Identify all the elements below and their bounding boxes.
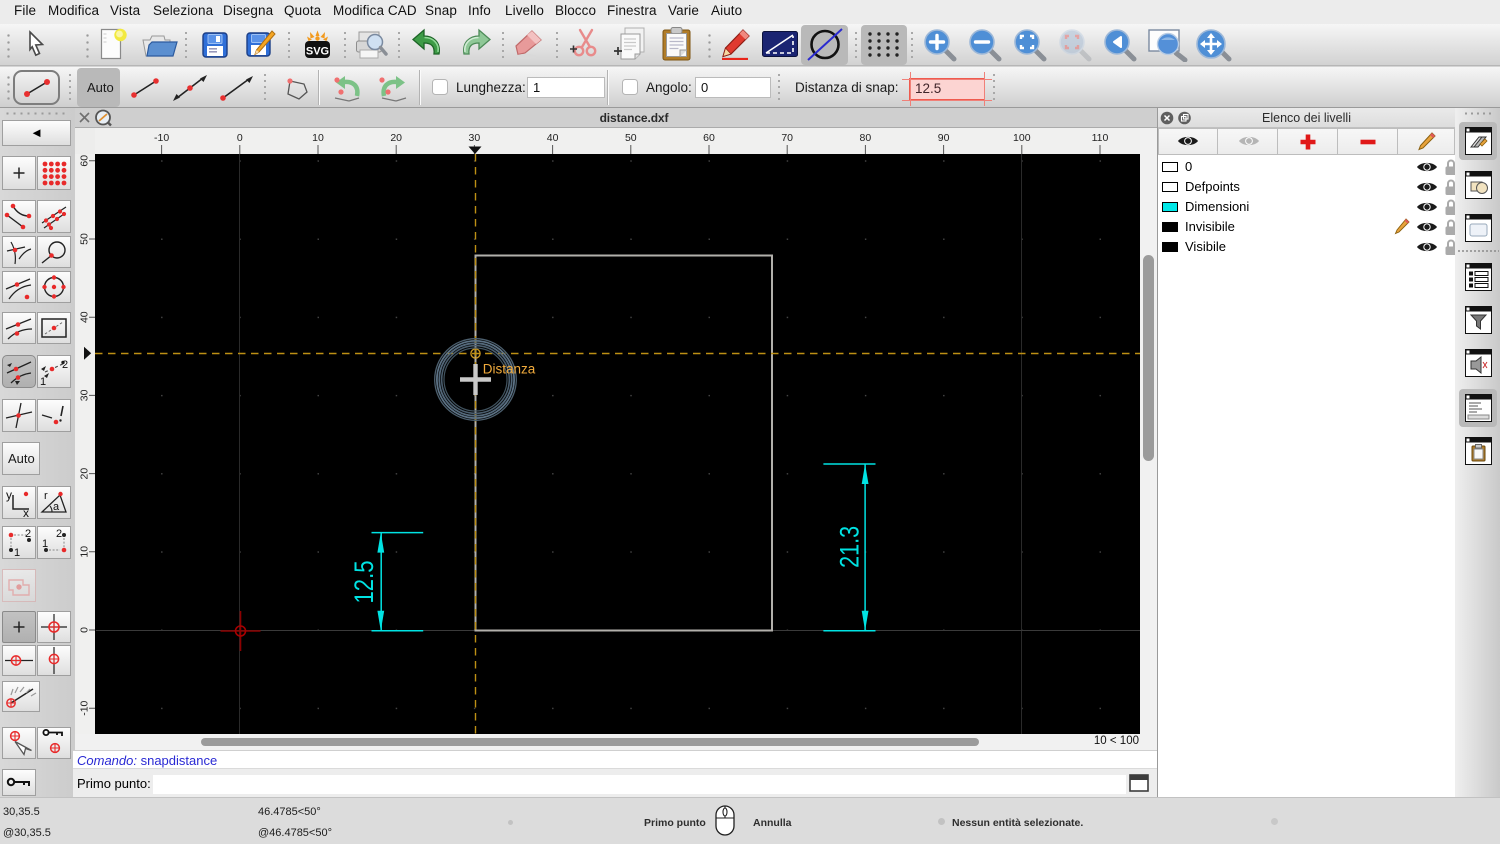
svg-text:1: 1 [42, 538, 48, 550]
svg-text:20: 20 [390, 132, 402, 144]
svg-text:y: y [6, 488, 12, 502]
svg-text:90: 90 [938, 132, 950, 144]
svg-text:a: a [53, 501, 60, 513]
svg-text:70: 70 [781, 132, 793, 144]
svg-text:10: 10 [79, 546, 91, 558]
svg-text:Distanza: Distanza [483, 362, 536, 377]
svg-text:21.3: 21.3 [835, 526, 865, 568]
svg-text:60: 60 [79, 155, 91, 167]
svg-text:2: 2 [56, 528, 62, 540]
svg-text:r: r [44, 490, 48, 502]
svg-text:20: 20 [79, 468, 91, 480]
svg-text:1: 1 [40, 376, 46, 387]
svg-text:40: 40 [547, 132, 559, 144]
svg-text:0: 0 [237, 132, 243, 144]
svg-text:2: 2 [62, 359, 68, 371]
svg-text:40: 40 [79, 311, 91, 323]
svg-text:x: x [23, 506, 29, 518]
svg-text:10: 10 [312, 132, 324, 144]
svg-text:100: 100 [1013, 132, 1031, 144]
svg-text:0: 0 [79, 627, 91, 633]
svg-text:50: 50 [79, 233, 91, 245]
svg-text:-10: -10 [79, 700, 91, 715]
svg-text:SVG: SVG [306, 46, 329, 58]
svg-text:50: 50 [625, 132, 637, 144]
svg-text:1: 1 [14, 547, 20, 558]
svg-text:-10: -10 [154, 132, 169, 144]
svg-text:80: 80 [860, 132, 872, 144]
svg-text:30: 30 [79, 389, 91, 401]
svg-text:30: 30 [469, 132, 481, 144]
svg-text:60: 60 [703, 132, 715, 144]
svg-text:12.5: 12.5 [349, 561, 379, 604]
svg-text:110: 110 [1092, 132, 1109, 144]
svg-text:2: 2 [25, 528, 31, 540]
